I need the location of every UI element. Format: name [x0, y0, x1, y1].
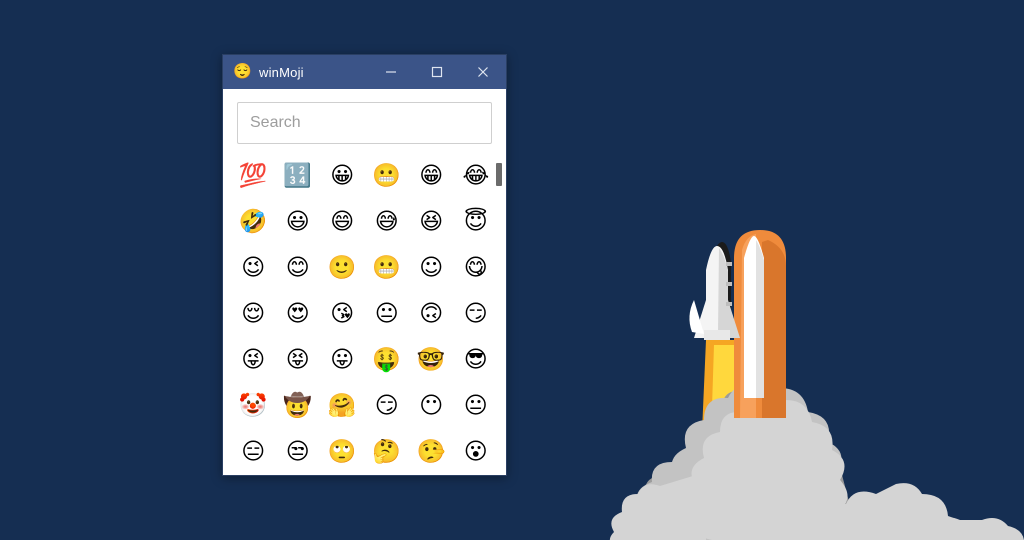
emoji-grimacing-face[interactable]: 😬	[365, 163, 410, 189]
rocket-flame-icon	[700, 340, 762, 478]
emoji-hundred-points[interactable]: 💯	[231, 163, 276, 189]
emoji-smiling-face-with-heart-eyes[interactable]: 😍	[276, 301, 321, 327]
emoji-cowboy-hat-face[interactable]: 🤠	[276, 393, 321, 419]
smoke-light-icon	[609, 400, 1024, 540]
emoji-relieved-face[interactable]: 😌	[231, 301, 276, 327]
emoji-rolling-on-the-floor-laughing[interactable]: 🤣	[231, 209, 276, 235]
wallpaper-shuttle-launch	[609, 230, 1024, 540]
emoji-face-blowing-a-kiss[interactable]: 😘	[320, 301, 365, 327]
emoji-white-smiling-face[interactable]: ☺	[409, 255, 454, 281]
solid-rocket-booster-icon	[744, 236, 764, 398]
emoji-smiling-face-with-smiling-eyes[interactable]: 😊	[276, 255, 321, 281]
emoji-grinning-face[interactable]: 😀	[320, 163, 365, 189]
maximize-icon	[431, 66, 443, 78]
emoji-slightly-frowning-face[interactable]: 😐	[365, 301, 410, 327]
emoji-face-with-open-mouth[interactable]: 😮	[454, 439, 499, 465]
emoji-grinning-face-with-smiling-eyes[interactable]: 😄	[320, 209, 365, 235]
emoji-nerd-face[interactable]: 🤓	[409, 347, 454, 373]
emoji-beaming-face-with-smiling-eyes[interactable]: 😁	[409, 163, 454, 189]
search-input[interactable]	[237, 102, 492, 144]
emoji-face-with-rolling-eyes[interactable]: 🙄	[320, 439, 365, 465]
emoji-winking-face[interactable]: 😉	[231, 255, 276, 281]
external-tank-icon	[734, 230, 786, 418]
emoji-thinking-face[interactable]: 🤔	[365, 439, 410, 465]
maximize-button[interactable]	[414, 55, 460, 89]
desktop: 😌 winMoji Search 💯 🔢 😀 😬 😁 😂 🤣 😃 😄 😅 😆 😇…	[0, 0, 1024, 540]
window-title: winMoji	[259, 64, 304, 80]
emoji-upside-down-face[interactable]: 🙃	[409, 301, 454, 327]
close-icon	[478, 67, 488, 77]
window-body: 💯🔢😀😬😁😂🤣😃😄😅😆😇😉😊🙂😬☺😋😌😍😘😐🙃😏😜😝😛🤑🤓😎🤡🤠🤗😏😶😐😑😒🙄🤔…	[223, 89, 506, 475]
emoji-smiling-face-with-halo[interactable]: 😇	[454, 209, 499, 235]
emoji-face-with-tears-of-joy[interactable]: 😂	[454, 163, 499, 189]
emoji-neutral-face[interactable]: 😐	[454, 393, 499, 419]
emoji-expressionless-face[interactable]: 😑	[231, 439, 276, 465]
emoji-grinning-face-with-teeth[interactable]: 😬	[365, 255, 410, 281]
emoji-smirking-face-2[interactable]: 😏	[365, 393, 410, 419]
emoji-lying-face[interactable]: 🤥	[409, 439, 454, 465]
emoji-input-numbers[interactable]: 🔢	[276, 163, 321, 189]
emoji-face-without-mouth[interactable]: 😶	[409, 393, 454, 419]
emoji-grid: 💯 🔢 😀 😬 😁 😂 🤣 😃 😄 😅 😆 😇 😉 😊 🙂 😬 ☺ 😋 😌 😍 😘 😐 🙃 😏 😜 😝 😛 🤑 🤓 😎 🤡 🤠 🤗 😏 😶 😐 😑 😒 🙄 🤔…	[231, 154, 498, 465]
emoji-smirking-face[interactable]: 😏	[454, 301, 499, 327]
minimize-icon	[386, 71, 396, 73]
emoji-squinting-face-with-tongue[interactable]: 😝	[276, 347, 321, 373]
emoji-money-mouth-face[interactable]: 🤑	[365, 347, 410, 373]
smoke-dark-icon	[620, 391, 858, 540]
emoji-grinning-squinting-face[interactable]: 😆	[409, 209, 454, 235]
emoji-grinning-face-with-big-eyes[interactable]: 😃	[276, 209, 321, 235]
emoji-clown-face[interactable]: 🤡	[231, 393, 276, 419]
window-titlebar[interactable]: 😌 winMoji	[223, 55, 506, 89]
emoji-face-savoring-food[interactable]: 😋	[454, 255, 499, 281]
search-bar	[223, 89, 506, 154]
emoji-slightly-smiling-face[interactable]: 🙂	[320, 255, 365, 281]
close-button[interactable]	[460, 55, 506, 89]
vertical-scrollbar[interactable]	[493, 143, 505, 474]
emoji-winking-face-with-tongue[interactable]: 😜	[231, 347, 276, 373]
emoji-face-with-tongue[interactable]: 😛	[320, 347, 365, 373]
orbiter-icon	[689, 242, 740, 340]
emoji-unamused-face[interactable]: 😒	[276, 439, 321, 465]
emoji-grinning-face-with-sweat[interactable]: 😅	[365, 209, 410, 235]
smoke-mid-icon	[633, 384, 844, 540]
winmoji-window[interactable]: 😌 winMoji Search 💯 🔢 😀 😬 😁 😂 🤣 😃 😄 😅 😆 😇…	[222, 54, 507, 476]
emoji-scroll-area[interactable]: 💯 🔢 😀 😬 😁 😂 🤣 😃 😄 😅 😆 😇 😉 😊 🙂 😬 ☺ 😋 😌 😍 😘 😐 🙃 😏 😜 😝 😛 🤑 🤓 😎 🤡 🤠 🤗 😏 😶 😐 😑 😒 🙄 🤔…	[223, 154, 506, 475]
scrollbar-thumb[interactable]	[496, 162, 502, 187]
minimize-button[interactable]	[368, 55, 414, 89]
emoji-smiling-face-with-sunglasses[interactable]: 😎	[454, 347, 499, 373]
app-icon-winmoji: 😌	[233, 63, 252, 80]
emoji-hugging-face[interactable]: 🤗	[320, 393, 365, 419]
